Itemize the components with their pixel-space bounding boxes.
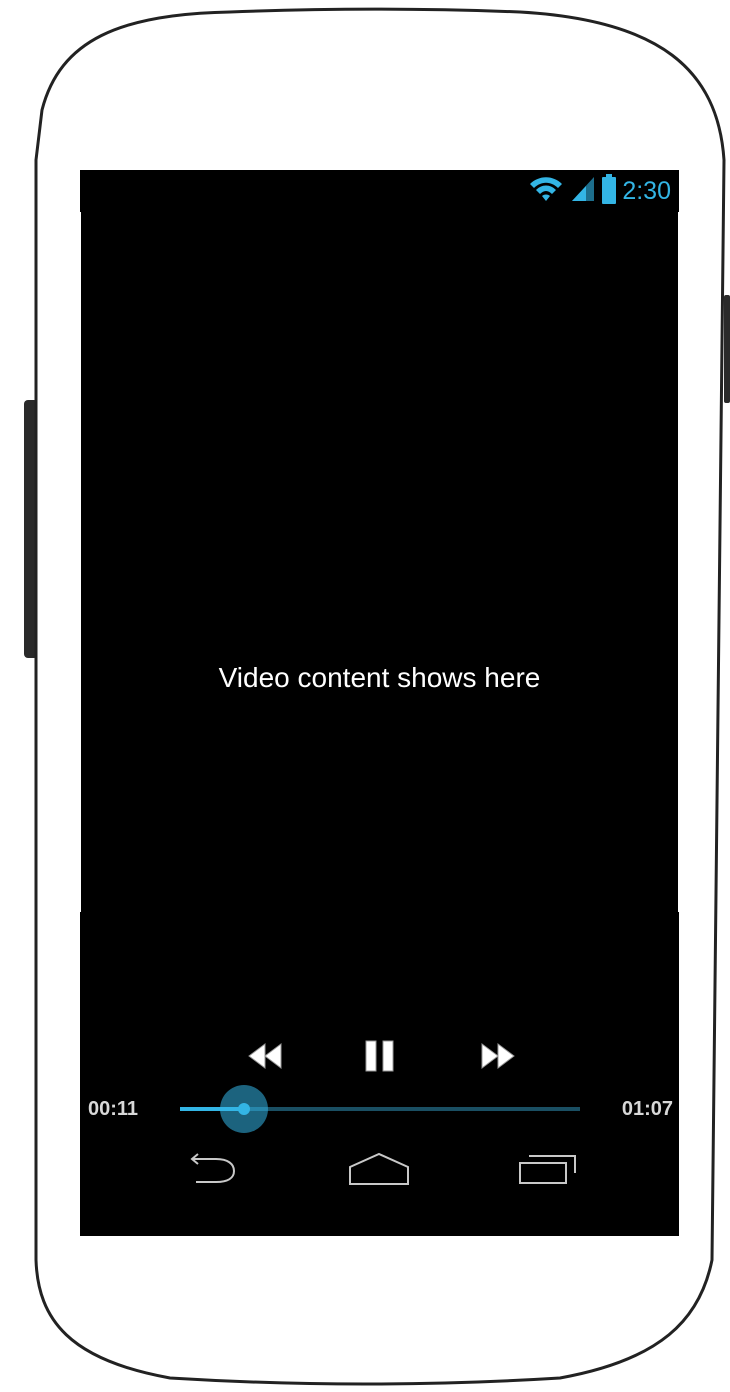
fast-forward-button[interactable] [468, 1040, 528, 1076]
power-button [724, 295, 730, 403]
duration-time: 01:07 [621, 1098, 673, 1120]
rewind-icon [245, 1041, 285, 1076]
transport-controls [80, 1040, 679, 1076]
seek-thumb[interactable] [238, 1103, 250, 1115]
rewind-button[interactable] [235, 1040, 295, 1076]
back-button[interactable] [157, 1140, 267, 1200]
fast-forward-icon [478, 1041, 518, 1076]
wifi-icon [528, 176, 564, 207]
video-area[interactable]: Video content shows here [80, 212, 679, 912]
status-time: 2:30 [622, 177, 671, 205]
player-controls: 00:11 01:07 [80, 912, 679, 1236]
video-placeholder-text: Video content shows here [218, 662, 541, 693]
home-icon [347, 1150, 411, 1191]
phone-screen: 2:30 Video content shows here 00:11 01:0… [80, 170, 679, 1236]
pause-button[interactable] [350, 1040, 410, 1076]
elapsed-time: 00:11 [88, 1098, 139, 1120]
battery-icon [602, 173, 617, 209]
back-icon [182, 1151, 242, 1190]
status-icons: 2:30 [528, 173, 671, 209]
seek-row: 00:11 01:07 [80, 1084, 679, 1134]
seek-bar[interactable] [180, 1084, 580, 1134]
navigation-bar [80, 1140, 679, 1200]
signal-icon [570, 175, 596, 208]
pause-icon [364, 1040, 396, 1077]
recent-apps-button[interactable] [494, 1140, 604, 1200]
recent-apps-icon [517, 1151, 581, 1190]
home-button[interactable] [324, 1140, 434, 1200]
status-bar: 2:30 [80, 170, 679, 212]
